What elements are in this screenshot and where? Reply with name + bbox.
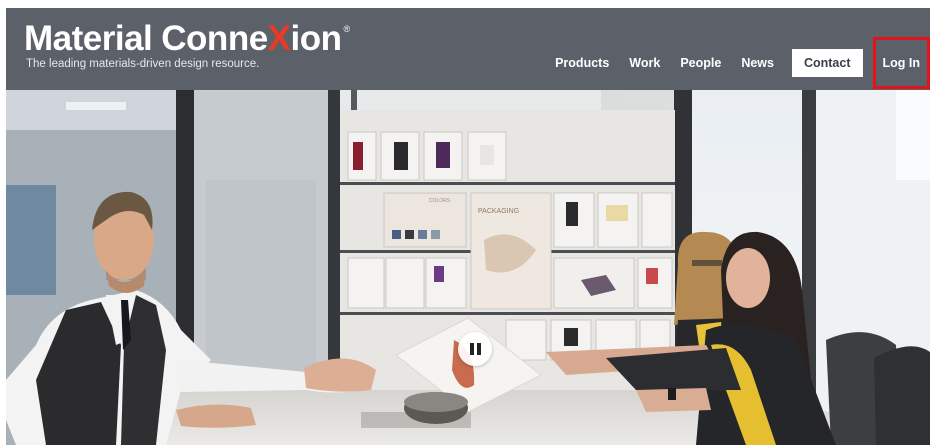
- nav-login-link[interactable]: Log In: [872, 37, 930, 89]
- wall-label-colors: COLORS: [429, 198, 451, 204]
- nav-products[interactable]: Products: [555, 56, 609, 70]
- nav-people[interactable]: People: [680, 56, 721, 70]
- hero-video[interactable]: COLORS PACKAGING: [6, 90, 930, 445]
- nav-work[interactable]: Work: [629, 56, 660, 70]
- page: Material Conne Xion ® The leading materials…: [0, 0, 930, 445]
- logo-x-letter: X: [267, 19, 291, 58]
- wall-label-packaging: PACKAGING: [478, 208, 519, 215]
- pause-icon-bar-right: [476, 343, 481, 355]
- site-header: Material Conne Xion ® The leading materials…: [6, 8, 930, 90]
- logo[interactable]: Material Conne Xion ®: [24, 20, 350, 58]
- logo-word-ion: ion: [290, 19, 342, 58]
- main-nav: Products Work People News Contact Log In: [555, 37, 930, 89]
- registered-mark: ®: [343, 24, 351, 34]
- logo-word-conne: Conne: [161, 19, 268, 58]
- video-pause-button[interactable]: [458, 332, 492, 366]
- nav-news[interactable]: News: [741, 56, 774, 70]
- pause-icon-bar-left: [469, 343, 474, 355]
- logo-word-material: Material: [24, 19, 153, 58]
- tagline: The leading materials-driven design reso…: [26, 58, 260, 70]
- hero-scene: COLORS PACKAGING: [6, 90, 930, 445]
- nav-contact-button[interactable]: Contact: [791, 49, 863, 77]
- brand[interactable]: Material Conne Xion ® The leading materials…: [24, 20, 350, 71]
